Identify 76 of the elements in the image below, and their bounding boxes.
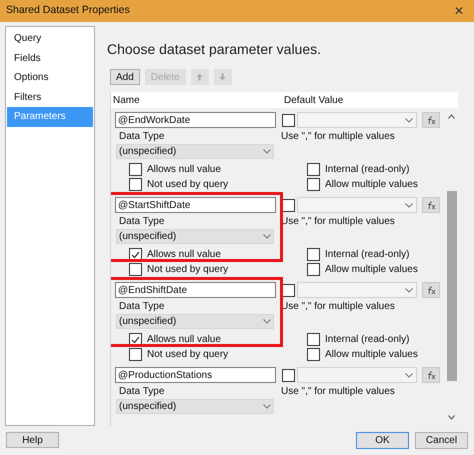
scrollbar-thumb[interactable] [446,191,456,381]
checkbox-label: Internal (read-only) [325,248,410,262]
checkbox[interactable] [307,248,320,261]
data-type-label: Data Type [118,130,166,143]
function-icon [426,370,436,380]
checkbox[interactable] [307,333,320,346]
default-checkbox[interactable] [282,284,295,296]
checkbox[interactable] [307,348,320,361]
function-icon [426,200,436,210]
help-button[interactable]: Help [6,432,59,448]
chevron-down-icon [405,202,413,208]
chevron-down-icon [405,118,413,122]
expression-button[interactable] [422,197,440,213]
parameter-name-field[interactable]: @EndWorkDate [115,112,276,128]
checkbox[interactable] [129,178,142,191]
cancel-button[interactable]: Cancel [415,432,468,448]
column-header: Name [112,94,141,108]
chevron-down-icon [263,149,271,154]
expression-button[interactable] [422,282,440,298]
checkbox[interactable] [129,263,142,276]
checkbox-label: Allow multiple values [325,178,418,192]
chevron-down-icon [263,404,271,409]
function-icon [426,116,436,124]
parameter-name-field[interactable]: @ProductionStations [115,367,276,383]
data-type-label: Data Type [118,385,166,398]
checkbox-label: Internal (read-only) [325,163,410,177]
default-checkbox[interactable] [282,198,295,212]
scroll-up-icon [448,114,455,119]
checkbox-label: Not used by query [147,348,228,362]
data-type-dropdown[interactable]: (unspecified) [116,144,274,159]
parameter-name-field[interactable]: @StartShiftDate [115,197,276,213]
arrow-down-icon [219,73,226,81]
data-type-dropdown[interactable]: (unspecified) [116,314,274,329]
window-title: Shared Dataset Properties [6,3,130,18]
arrow-up-icon [196,73,204,81]
close-button[interactable]: ✕ [450,2,468,20]
checkbox[interactable] [307,178,320,191]
chevron-down-icon [263,234,271,239]
data-type-dropdown[interactable]: (unspecified) [116,229,274,244]
data-type-label: Data Type [118,300,166,313]
expression-button[interactable] [422,367,440,383]
expression-button[interactable] [422,112,440,128]
chevron-down-icon [405,372,413,378]
ok-button[interactable]: OK [356,432,409,448]
checkbox-label: Allows null value [147,163,221,177]
checkmark-icon [131,336,140,344]
checkbox[interactable] [129,163,142,176]
sidebar-item[interactable]: Options [7,68,93,88]
checkbox-label: Allow multiple values [325,263,418,277]
checkbox[interactable] [307,263,320,276]
column-header: Default Value [284,94,344,108]
page-heading: Choose dataset parameter values. [107,40,322,59]
chevron-down-icon [263,319,271,324]
sidebar-item[interactable]: Query [7,29,93,48]
checkbox-label: Allows null value [147,248,221,262]
multiple-values-hint: Use "," for multiple values [281,385,395,398]
checkmark-icon [131,250,140,258]
parameter-name-field[interactable]: @EndShiftDate [115,282,276,298]
sidebar-item[interactable]: Fields [7,48,93,68]
multiple-values-hint: Use "," for multiple values [281,130,395,143]
checkbox-label: Internal (read-only) [325,333,410,347]
data-type-label: Data Type [118,215,166,228]
checkbox[interactable] [307,163,320,176]
checkbox-label: Allows null value [147,333,221,347]
sidebar-item[interactable]: Filters [7,88,93,107]
scroll-down-icon [448,415,455,420]
chevron-down-icon [405,288,413,292]
data-type-dropdown[interactable]: (unspecified) [116,399,274,414]
checkbox-label: Allow multiple values [325,348,418,362]
toolbar-button[interactable]: Add [110,69,140,85]
checkbox-label: Not used by query [147,178,228,192]
default-checkbox[interactable] [282,114,295,126]
function-icon [426,286,436,294]
default-checkbox[interactable] [282,368,295,382]
checkbox-label: Not used by query [147,263,228,277]
checkbox[interactable] [129,348,142,361]
